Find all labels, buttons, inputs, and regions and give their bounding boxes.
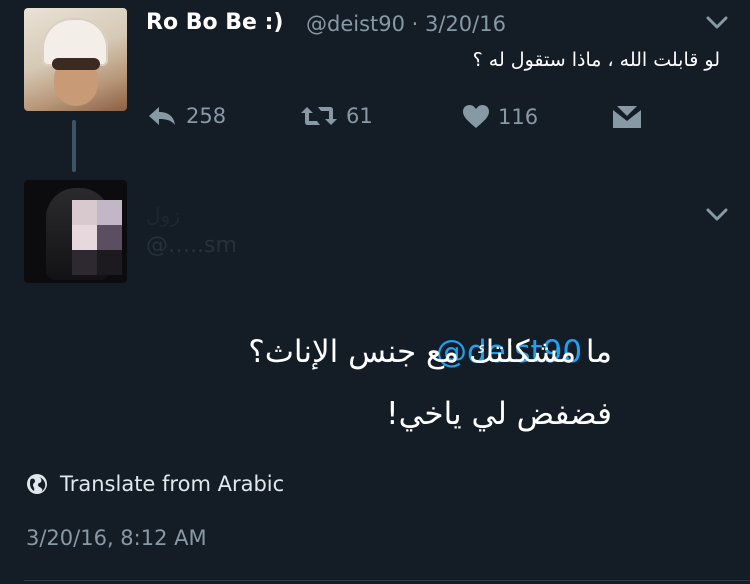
direct-message-button[interactable] <box>612 104 642 130</box>
retweet-button[interactable]: 61 <box>300 104 373 128</box>
like-count: 116 <box>498 105 539 129</box>
globe-icon <box>27 474 47 494</box>
reply-count: 258 <box>186 104 227 128</box>
like-button[interactable]: 116 <box>462 104 538 130</box>
translate-label: Translate from Arabic <box>60 472 285 496</box>
avatar-pixel <box>72 250 97 275</box>
reply-author-handle[interactable]: @…..sm <box>146 232 237 260</box>
chevron-down-icon[interactable] <box>706 16 728 30</box>
reply-icon <box>149 107 175 125</box>
tweet-text: لو قابلت الله ، ماذا ستقول له ؟ <box>472 49 720 71</box>
tweet-timestamp[interactable]: 3/20/16, 8:12 AM <box>26 524 207 552</box>
thread-connector <box>72 120 76 172</box>
reply-author-display-name[interactable]: زول <box>146 202 180 228</box>
heart-icon <box>463 105 489 128</box>
author-handle-date[interactable]: @deist90 · 3/20/16 <box>306 9 506 39</box>
tweet-detail-screen: Ro Bo Be :) @deist90 · 3/20/16 لو قابلت … <box>0 0 750 584</box>
avatar[interactable] <box>24 180 127 283</box>
avatar[interactable] <box>24 8 127 111</box>
avatar-pixel <box>97 250 122 275</box>
reply-text-line-2: فضفض لي ياخي! <box>386 396 612 432</box>
chevron-down-icon[interactable] <box>706 208 728 222</box>
avatar-pixel <box>97 225 122 250</box>
avatar-pixel <box>72 225 97 250</box>
reply-button[interactable]: 258 <box>146 104 226 128</box>
retweet-count: 61 <box>346 104 373 128</box>
retweet-icon <box>301 107 337 125</box>
avatar-hair-shape <box>52 58 100 70</box>
avatar-pixel <box>72 200 97 225</box>
author-display-name[interactable]: Ro Bo Be :) <box>146 8 283 38</box>
avatar-pixel <box>97 200 122 225</box>
translate-link[interactable]: Translate from Arabic <box>26 472 284 496</box>
divider <box>24 580 750 581</box>
reply-text-line-1: ما مشكلتك مع جنس الإناث؟ <box>248 334 612 370</box>
envelope-icon <box>613 106 641 128</box>
